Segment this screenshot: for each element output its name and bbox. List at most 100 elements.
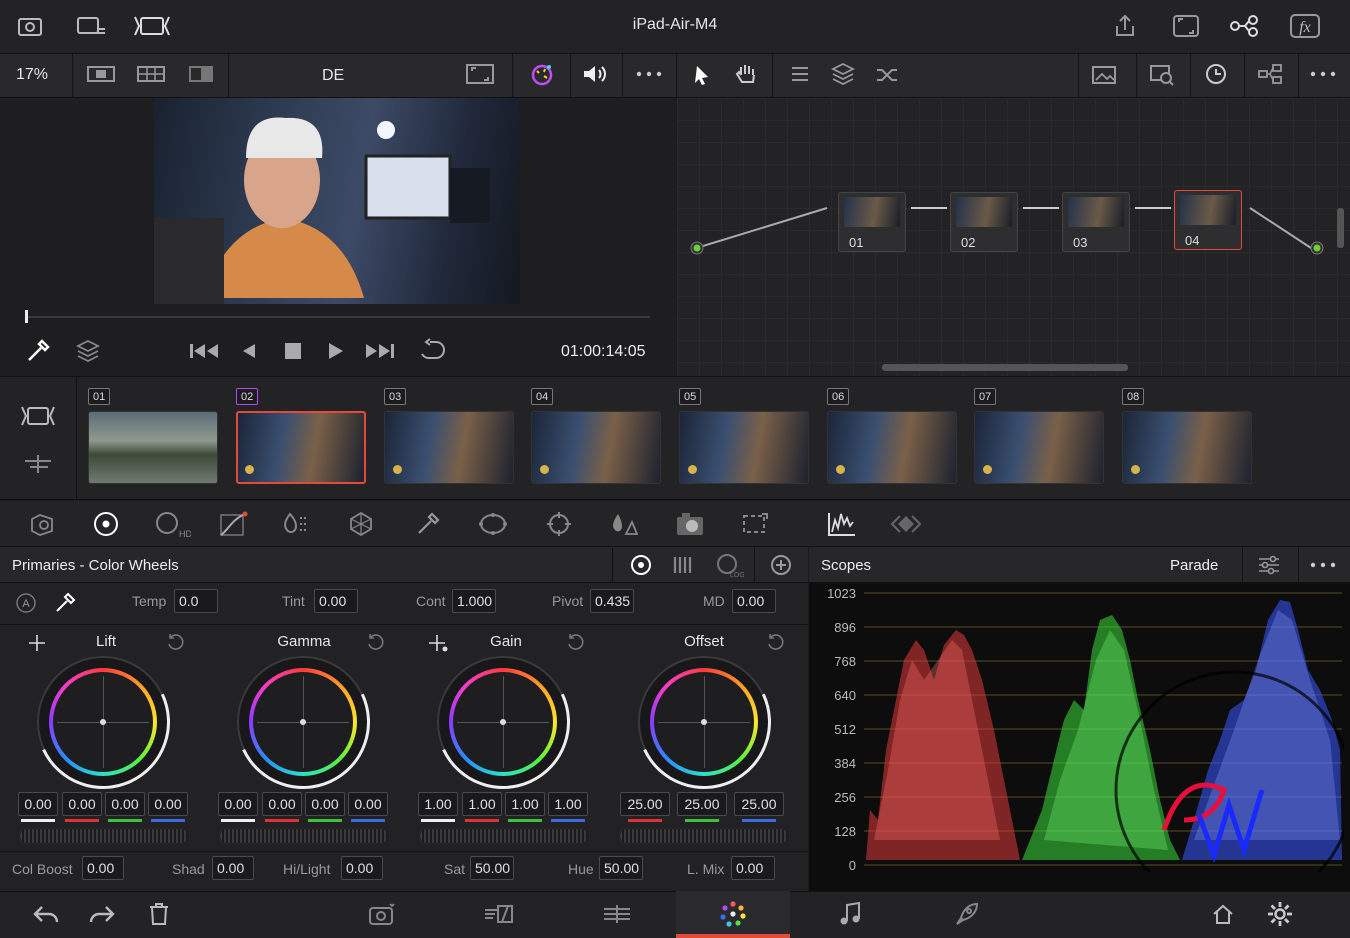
offset-master-wheel[interactable] [620, 829, 788, 843]
clip-thumbnail[interactable] [531, 411, 661, 484]
layers-stack-icon[interactable] [72, 336, 104, 366]
lift-y-field[interactable]: 0.00 [18, 792, 58, 816]
offset-color-wheel[interactable] [618, 636, 790, 808]
skip-to-start-icon[interactable] [186, 338, 222, 364]
clip-thumbnail[interactable] [679, 411, 809, 484]
color-page-icon[interactable] [716, 898, 750, 930]
wheel-puck[interactable] [300, 719, 306, 725]
tracker-icon[interactable] [542, 508, 576, 540]
camera-raw-icon[interactable] [24, 510, 62, 538]
node-options-icon[interactable] [1254, 60, 1286, 88]
history-icon[interactable] [1200, 60, 1232, 88]
pivot-field[interactable]: 0.435 [590, 589, 634, 613]
gamma-r-field[interactable]: 0.00 [262, 792, 302, 816]
scrubber-track[interactable] [26, 316, 650, 318]
step-back-icon[interactable] [236, 338, 262, 364]
gamma-g-field[interactable]: 0.00 [305, 792, 345, 816]
saturation-field[interactable]: 50.00 [470, 856, 514, 880]
wheel-puck[interactable] [500, 719, 506, 725]
more-options-right-icon[interactable] [1306, 62, 1340, 86]
tint-field[interactable]: 0.00 [314, 589, 358, 613]
settings-icon[interactable] [1264, 898, 1296, 930]
clips-view-icon[interactable] [18, 402, 58, 430]
sizing-icon[interactable] [736, 508, 772, 540]
gamma-color-wheel[interactable] [217, 636, 389, 808]
home-icon[interactable] [1208, 900, 1238, 928]
effects-fx-icon[interactable]: fx [1288, 12, 1322, 40]
scopes-icon[interactable] [824, 508, 860, 540]
hue-field[interactable]: 50.00 [599, 856, 643, 880]
fullscreen-icon[interactable] [1170, 12, 1202, 40]
reset-all-icon[interactable] [766, 551, 796, 579]
gain-y-field[interactable]: 1.00 [418, 792, 458, 816]
colboost-field[interactable]: 0.00 [82, 856, 124, 880]
gain-picker-icon[interactable] [426, 632, 450, 654]
share-icon[interactable] [1110, 12, 1140, 40]
align-icon[interactable] [786, 62, 814, 88]
fairlight-page-icon[interactable] [834, 900, 866, 928]
gain-g-field[interactable]: 1.00 [505, 792, 545, 816]
qualifier-grid-icon[interactable] [344, 508, 378, 540]
lift-reset-icon[interactable] [164, 631, 186, 653]
layers-icon[interactable] [828, 60, 858, 88]
shadows-field[interactable]: 0.00 [212, 856, 254, 880]
color-warper-icon[interactable] [278, 508, 312, 540]
wheels-mode-icon[interactable] [626, 551, 656, 579]
gain-r-field[interactable]: 1.00 [462, 792, 502, 816]
highlights-field[interactable]: 0.00 [341, 856, 383, 880]
pointer-tool-icon[interactable] [688, 62, 716, 88]
split-wipe-icon[interactable] [184, 62, 218, 86]
keyframes-icon[interactable] [888, 508, 924, 540]
node-graph-icon[interactable] [1226, 12, 1262, 40]
gamma-reset-icon[interactable] [364, 631, 386, 653]
volume-icon[interactable] [576, 62, 612, 86]
blur-icon[interactable] [606, 508, 640, 540]
language-selector[interactable]: DE [322, 67, 344, 85]
log-mode-icon[interactable]: LOG [712, 551, 746, 579]
clip-thumbnail[interactable] [1122, 411, 1252, 484]
lift-g-field[interactable]: 0.00 [105, 792, 145, 816]
clip-thumbnail[interactable] [236, 411, 366, 484]
layout-single-icon[interactable] [84, 62, 118, 86]
color-highlight-icon[interactable] [524, 60, 560, 88]
node-01[interactable]: 01 [838, 192, 906, 252]
safe-area-icon[interactable] [462, 62, 498, 86]
offset-r-field[interactable]: 25.00 [620, 792, 670, 816]
wheel-puck[interactable] [701, 719, 707, 725]
delete-icon[interactable] [144, 900, 174, 928]
clip-thumbnail[interactable] [974, 411, 1104, 484]
bars-mode-icon[interactable] [668, 551, 698, 579]
gamma-y-field[interactable]: 0.00 [218, 792, 258, 816]
lift-r-field[interactable]: 0.00 [62, 792, 102, 816]
node-03[interactable]: 03 [1062, 192, 1130, 252]
color-wheels-icon[interactable] [90, 508, 122, 540]
lift-picker-icon[interactable] [26, 632, 48, 654]
offset-b-field[interactable]: 25.00 [734, 792, 784, 816]
node-04[interactable]: 04 [1174, 190, 1242, 250]
offset-reset-icon[interactable] [764, 631, 786, 653]
lift-b-field[interactable]: 0.00 [148, 792, 188, 816]
play-icon[interactable] [322, 338, 348, 364]
key-icon[interactable] [672, 508, 708, 540]
hdr-wheels-icon[interactable]: HDR [152, 508, 192, 540]
still-icon[interactable] [1088, 62, 1120, 88]
hand-tool-icon[interactable] [732, 60, 762, 88]
stop-icon[interactable] [280, 338, 306, 364]
gamma-master-wheel[interactable] [220, 829, 388, 843]
lift-color-wheel[interactable] [17, 636, 189, 808]
shuffle-icon[interactable] [872, 62, 902, 88]
gain-b-field[interactable]: 1.00 [548, 792, 588, 816]
clip-thumbnail[interactable] [384, 411, 514, 484]
scope-mode-selector[interactable]: Parade [1170, 557, 1218, 574]
temp-field[interactable]: 0.0 [174, 589, 218, 613]
node-02[interactable]: 02 [950, 192, 1018, 252]
video-frame[interactable] [154, 98, 520, 304]
playhead[interactable] [25, 310, 28, 323]
deliver-page-icon[interactable] [950, 899, 984, 929]
layout-grid-icon[interactable] [134, 62, 168, 86]
scope-more-icon[interactable] [1306, 556, 1340, 574]
white-balance-picker-icon[interactable] [52, 590, 78, 616]
lift-master-wheel[interactable] [20, 829, 188, 843]
clip-thumbnail[interactable] [88, 411, 218, 484]
gain-reset-icon[interactable] [564, 631, 586, 653]
